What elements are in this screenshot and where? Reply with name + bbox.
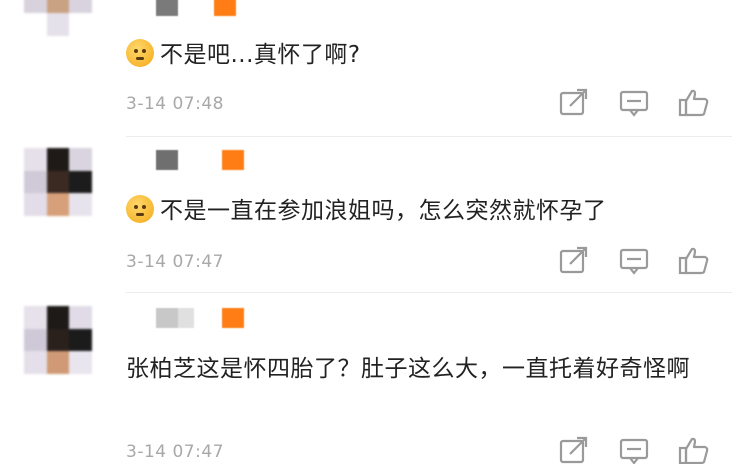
shushing-face-emoji — [126, 39, 154, 67]
comment-time: 3-14 07:48 — [126, 94, 224, 114]
thumbs-up-icon[interactable] — [678, 88, 710, 118]
share-icon[interactable] — [558, 436, 590, 464]
avatar[interactable] — [24, 0, 92, 36]
member-badge — [222, 150, 244, 170]
comment-item: 不是吧...真怀了啊? 3-14 07:48 — [0, 0, 732, 138]
username-mosaic — [156, 0, 178, 16]
username-mosaic — [156, 308, 194, 328]
comment-text: 不是吧...真怀了啊? — [126, 36, 692, 74]
comment-actions — [558, 88, 710, 118]
comment-time: 3-14 07:47 — [126, 252, 224, 272]
username-mosaic — [156, 150, 178, 170]
avatar[interactable] — [24, 148, 92, 216]
comment-text: 不是一直在参加浪姐吗，怎么突然就怀孕了 — [126, 192, 692, 230]
comment-item: 不是一直在参加浪姐吗，怎么突然就怀孕了 3-14 07:47 — [0, 138, 732, 292]
comment-icon[interactable] — [618, 246, 650, 276]
thumbs-up-icon[interactable] — [678, 246, 710, 276]
member-badge — [214, 0, 236, 16]
username[interactable] — [156, 150, 244, 170]
avatar[interactable] — [24, 306, 92, 374]
share-icon[interactable] — [558, 88, 590, 118]
comment-item: 张柏芝这是怀四胎了？肚子这么大，一直托着好奇怪啊 3-14 07:47 — [0, 294, 732, 464]
comment-feed: 不是吧...真怀了啊? 3-14 07:48 不是一直在参加浪姐吗，怎么突然就怀… — [0, 0, 732, 464]
comment-text: 张柏芝这是怀四胎了？肚子这么大，一直托着好奇怪啊 — [126, 356, 690, 382]
comment-icon[interactable] — [618, 436, 650, 464]
share-icon[interactable] — [558, 246, 590, 276]
comment-actions — [558, 246, 710, 276]
username[interactable] — [156, 308, 244, 328]
comment-time: 3-14 07:47 — [126, 442, 224, 462]
thumbs-up-icon[interactable] — [678, 436, 710, 464]
surprised-face-emoji — [126, 195, 154, 223]
divider — [126, 136, 732, 137]
divider — [126, 292, 732, 293]
comment-actions — [558, 436, 710, 464]
comment-icon[interactable] — [618, 88, 650, 118]
member-badge — [222, 308, 244, 328]
username[interactable] — [156, 0, 236, 16]
